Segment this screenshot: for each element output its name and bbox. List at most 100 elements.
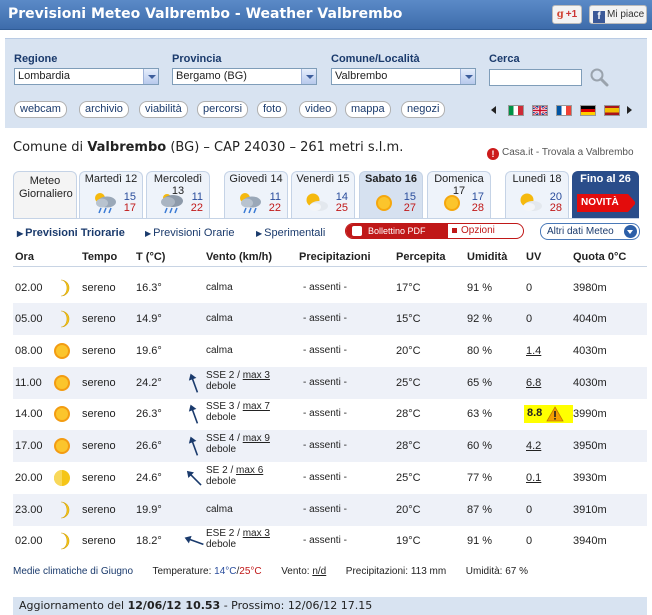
col-header-tempo: Tempo [82, 251, 118, 263]
sky-condition: sereno [82, 408, 116, 420]
col-header-quota: Quota 0°C [573, 251, 627, 263]
german-flag-icon[interactable] [580, 105, 596, 116]
time-cell: 14.00 [15, 408, 43, 420]
temperature-cell: 16.3° [136, 282, 162, 294]
time-cell: 02.00 [15, 282, 43, 294]
wind-text: SSE 4 / max 9 debole [206, 433, 270, 455]
regione-select[interactable]: Lombardia [14, 68, 159, 85]
freezing-level-cell: 4030m [573, 377, 607, 389]
sun-icon [54, 343, 70, 359]
time-cell: 02.00 [15, 535, 43, 547]
freezing-level-cell: 3990m [573, 408, 607, 420]
table-row: 14.00 sereno 26.3° SSE 3 / max 7 debole - ass… [13, 398, 647, 430]
flag-scroll-right-icon[interactable] [627, 106, 632, 114]
triangle-right-icon: ▶ [145, 229, 152, 238]
tab-day-venerdi[interactable]: Venerdì 15 14 25 [291, 171, 355, 218]
precipitation-cell: - assenti - [303, 377, 347, 388]
facebook-like-button[interactable]: f Mi piace [589, 5, 647, 24]
medie-climatiche-link[interactable]: Medie climatiche di Giugno [13, 566, 133, 577]
uv-value: 0 [526, 313, 533, 325]
table-row: 02.00 sereno 16.3° calma - assenti - 17°C 91 %… [13, 272, 647, 304]
freezing-level-cell: 3940m [573, 535, 607, 547]
flag-scroll-left-icon[interactable] [491, 106, 496, 114]
sun-cloud-icon [520, 193, 542, 211]
temperature-cell: 14.9° [136, 313, 162, 325]
moon-icon [60, 532, 70, 550]
search-icon[interactable] [589, 67, 609, 87]
search-input[interactable] [489, 69, 582, 86]
casa-link[interactable]: ! Casa.it - Trovala a Valbrembo [487, 147, 634, 160]
temperature-cell: 26.3° [136, 408, 162, 420]
moon-icon [60, 501, 70, 519]
nav-button-webcam[interactable]: webcam [14, 101, 67, 118]
table-row: 05.00 sereno 14.9° calma - assenti - 15°C 92 %… [13, 303, 647, 335]
humidity-cell: 60 % [467, 440, 493, 452]
precipitation-cell: - assenti - [303, 535, 347, 546]
cerca-label: Cerca [489, 53, 520, 65]
tab-day-mercoledi[interactable]: Mercoledì 13 11 22 [146, 171, 210, 218]
french-flag-icon[interactable] [556, 105, 572, 116]
italian-flag-icon[interactable] [508, 105, 524, 116]
freezing-level-cell: 3930m [573, 472, 607, 484]
time-cell: 20.00 [15, 472, 43, 484]
wind-text: ESE 2 / max 3 debole [206, 528, 270, 550]
tab-day-domenica[interactable]: Domenica 17 17 28 [427, 171, 491, 218]
freezing-level-cell: 3980m [573, 282, 607, 294]
google-plus-button[interactable]: g +1 [552, 5, 582, 24]
table-row: 23.00 sereno 19.9° calma - assenti - 20°C 87 %… [13, 494, 647, 526]
uv-value: 0.1 [526, 472, 542, 484]
altri-dati-meteo-button[interactable]: Altri dati Meteo [540, 223, 640, 240]
freezing-level-cell: 4030m [573, 345, 607, 357]
sky-condition: sereno [82, 504, 116, 516]
tab-day-giovedi[interactable]: Giovedì 14 11 22 [224, 171, 288, 218]
sun-icon [54, 438, 70, 454]
sun-icon [376, 195, 392, 211]
link-previsioni-triorarie[interactable]: ▶ Previsioni Triorarie [17, 227, 125, 239]
moon-icon [60, 310, 70, 328]
perceived-temp-cell: 17°C [396, 282, 421, 294]
temperature-cell: 19.9° [136, 504, 162, 516]
sun-low-icon [54, 470, 70, 486]
sky-condition: sereno [82, 345, 116, 357]
nav-button-percorsi[interactable]: percorsi [197, 101, 249, 118]
link-previsioni-orarie[interactable]: ▶ Previsioni Orarie [145, 227, 234, 239]
nav-button-archivio[interactable]: archivio [79, 101, 129, 118]
tab-fino-al-26[interactable]: Fino al 26 NOVITÀ [572, 171, 639, 218]
link-sperimentali[interactable]: ▶ Sperimentali [256, 227, 325, 239]
opzioni-button[interactable]: Opzioni [452, 224, 495, 238]
bollettino-pdf-button[interactable]: Bollettino PDF [346, 224, 448, 238]
uv-value: 6.8 [526, 377, 542, 389]
pdf-icon [352, 226, 362, 236]
comune-select[interactable]: Valbrembo [331, 68, 476, 85]
page-title: Previsioni Meteo Valbrembo - Weather Val… [8, 6, 403, 22]
uk-flag-icon[interactable] [532, 105, 548, 116]
perceived-temp-cell: 28°C [396, 408, 421, 420]
col-header-umidita: Umidità [467, 251, 508, 263]
provincia-select[interactable]: Bergamo (BG) [172, 68, 317, 85]
nav-button-video[interactable]: video [299, 101, 338, 118]
sun-cloud-icon [306, 193, 328, 211]
humidity-cell: 63 % [467, 408, 493, 420]
col-header-ora: Ora [15, 251, 34, 263]
warning-icon [546, 406, 564, 422]
perceived-temp-cell: 28°C [396, 440, 421, 452]
uv-high-badge: 8.8 [524, 405, 573, 423]
precipitation-cell: - assenti - [303, 313, 347, 324]
col-header-uv: UV [526, 251, 542, 263]
wind-calm: calma [206, 345, 233, 356]
nav-button-viabilita[interactable]: viabilità [139, 101, 188, 118]
humidity-cell: 77 % [467, 472, 493, 484]
nav-button-foto[interactable]: foto [257, 101, 288, 118]
nav-button-negozi[interactable]: negozi [401, 101, 446, 118]
location-search-panel: Regione Lombardia Provincia Bergamo (BG)… [5, 38, 647, 128]
tab-day-sabato[interactable]: Sabato 16 15 27 [359, 171, 423, 218]
spanish-flag-icon[interactable] [604, 105, 620, 116]
tab-day-martedi[interactable]: Martedì 12 15 17 [79, 171, 143, 218]
nav-button-mappa[interactable]: mappa [345, 101, 391, 118]
tab-meteo-giornaliero[interactable]: Meteo Giornaliero [13, 171, 77, 218]
pdf-options-bar: Bollettino PDF Opzioni [345, 223, 524, 239]
uv-value: 1.4 [526, 345, 542, 357]
wind-direction-arrow-icon [188, 436, 199, 456]
tab-day-lunedi[interactable]: Lunedì 18 20 28 [505, 171, 569, 218]
freezing-level-cell: 3910m [573, 504, 607, 516]
